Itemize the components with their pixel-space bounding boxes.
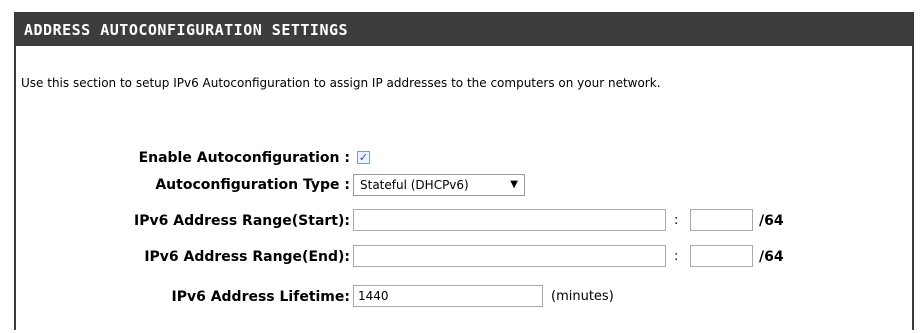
section-title: ADDRESS AUTOCONFIGURATION SETTINGS <box>16 14 912 46</box>
enable-autoconfig-label: Enable Autoconfiguration : <box>138 150 350 166</box>
lifetime-input[interactable]: 1440 <box>353 285 543 307</box>
range-start-prefix: /64 <box>759 213 784 229</box>
range-start-label: IPv6 Address Range(Start): <box>134 213 350 229</box>
range-start-row: IPv6 Address Range(Start): : /64 <box>16 209 912 233</box>
range-end-separator: : <box>674 249 679 264</box>
enable-autoconfig-row: Enable Autoconfiguration : ✓ <box>16 146 912 170</box>
lifetime-label: IPv6 Address Lifetime: <box>171 289 350 305</box>
lifetime-units: (minutes) <box>551 289 614 304</box>
range-start-separator: : <box>674 213 679 228</box>
autoconfig-type-selected: Stateful (DHCPv6) <box>360 178 469 192</box>
range-end-prefix: /64 <box>759 249 784 265</box>
autoconfig-type-select[interactable]: Stateful (DHCPv6) ▼ <box>353 174 525 196</box>
range-start-input[interactable] <box>353 209 666 231</box>
range-start-tail-input[interactable] <box>690 209 753 231</box>
enable-autoconfig-checkbox[interactable]: ✓ <box>357 151 370 164</box>
range-end-label: IPv6 Address Range(End): <box>144 249 350 265</box>
address-autoconfig-panel: ADDRESS AUTOCONFIGURATION SETTINGS Use t… <box>14 12 914 330</box>
autoconfig-type-label: Autoconfiguration Type : <box>155 177 350 193</box>
range-end-input[interactable] <box>353 245 666 267</box>
range-end-tail-input[interactable] <box>690 245 753 267</box>
checkmark-icon: ✓ <box>358 151 369 164</box>
autoconfig-type-row: Autoconfiguration Type : Stateful (DHCPv… <box>16 173 912 197</box>
lifetime-row: IPv6 Address Lifetime: 1440 (minutes) <box>16 285 912 309</box>
chevron-down-icon: ▼ <box>510 179 518 190</box>
range-end-row: IPv6 Address Range(End): : /64 <box>16 245 912 269</box>
section-description: Use this section to setup IPv6 Autoconfi… <box>21 76 661 90</box>
